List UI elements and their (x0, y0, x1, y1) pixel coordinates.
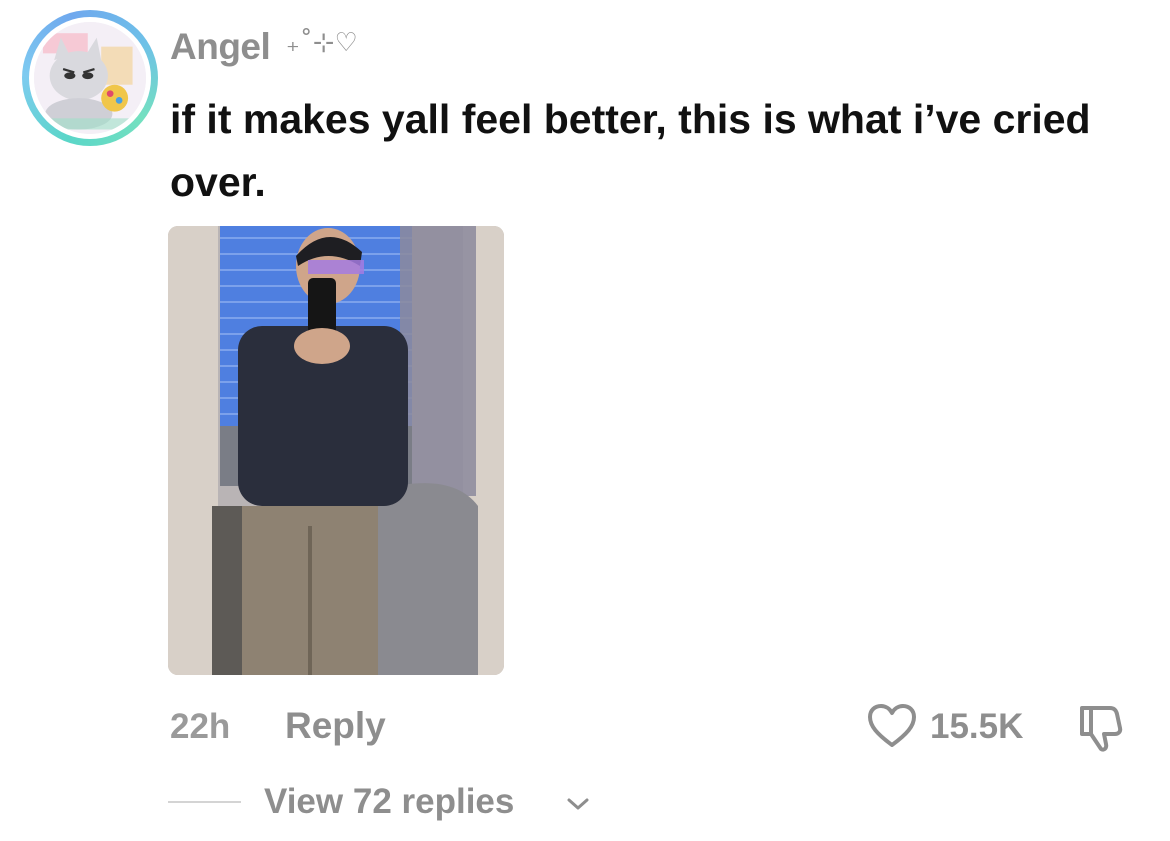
thumbs-down-icon[interactable] (1072, 700, 1126, 754)
cat-illustration-icon (34, 22, 146, 134)
avatar[interactable] (22, 10, 158, 146)
comment-timestamp: 22h (170, 707, 231, 746)
avatar-cat-illustration (34, 22, 146, 134)
username-decoration: ₊˚⊹♡ (286, 28, 358, 58)
username[interactable]: Angel (170, 26, 271, 68)
heart-outline-icon[interactable] (867, 703, 917, 749)
replies-divider (168, 801, 241, 803)
like-count: 15.5K (930, 707, 1024, 746)
avatar-frame (29, 17, 151, 139)
attached-photo[interactable] (168, 226, 504, 675)
view-replies-button[interactable]: View 72 replies (264, 782, 514, 822)
comment-text: if it makes yall feel better, this is wh… (170, 96, 1091, 205)
mirror-selfie-image (168, 226, 504, 675)
reply-button[interactable]: Reply (285, 705, 386, 747)
chevron-down-icon[interactable] (566, 796, 590, 812)
